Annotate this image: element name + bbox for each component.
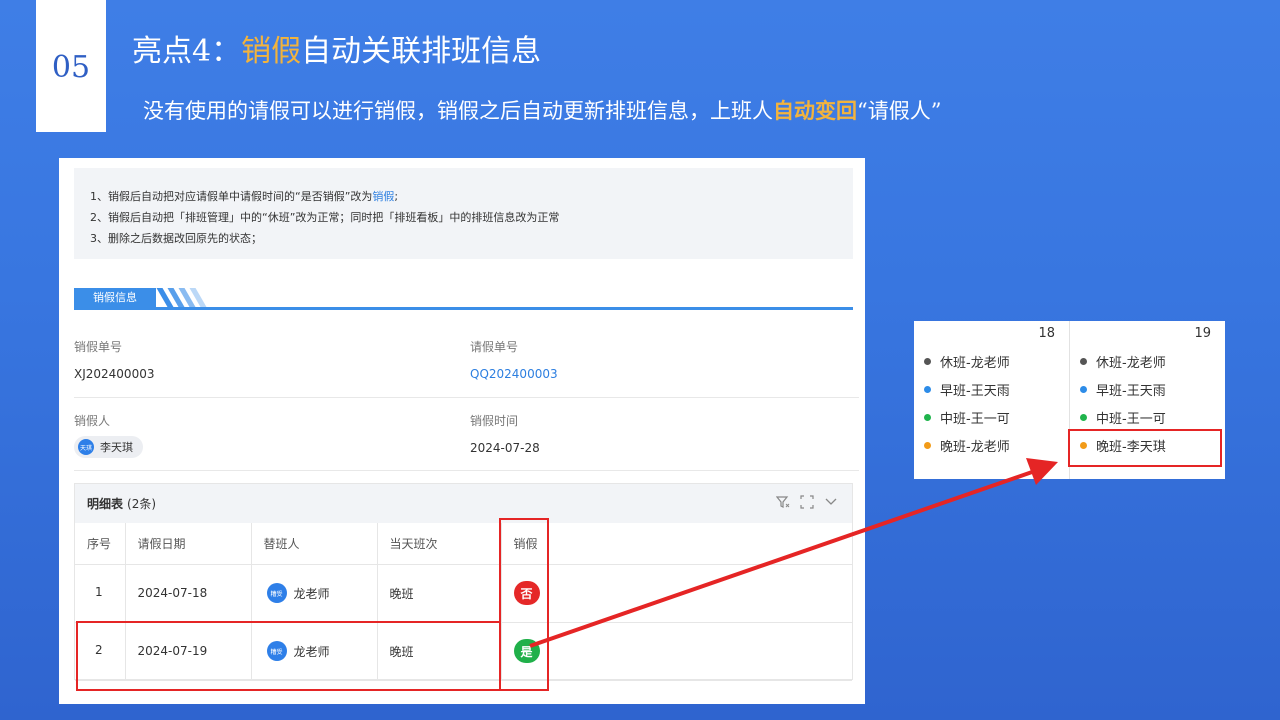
annotation-arrow <box>529 458 1058 648</box>
